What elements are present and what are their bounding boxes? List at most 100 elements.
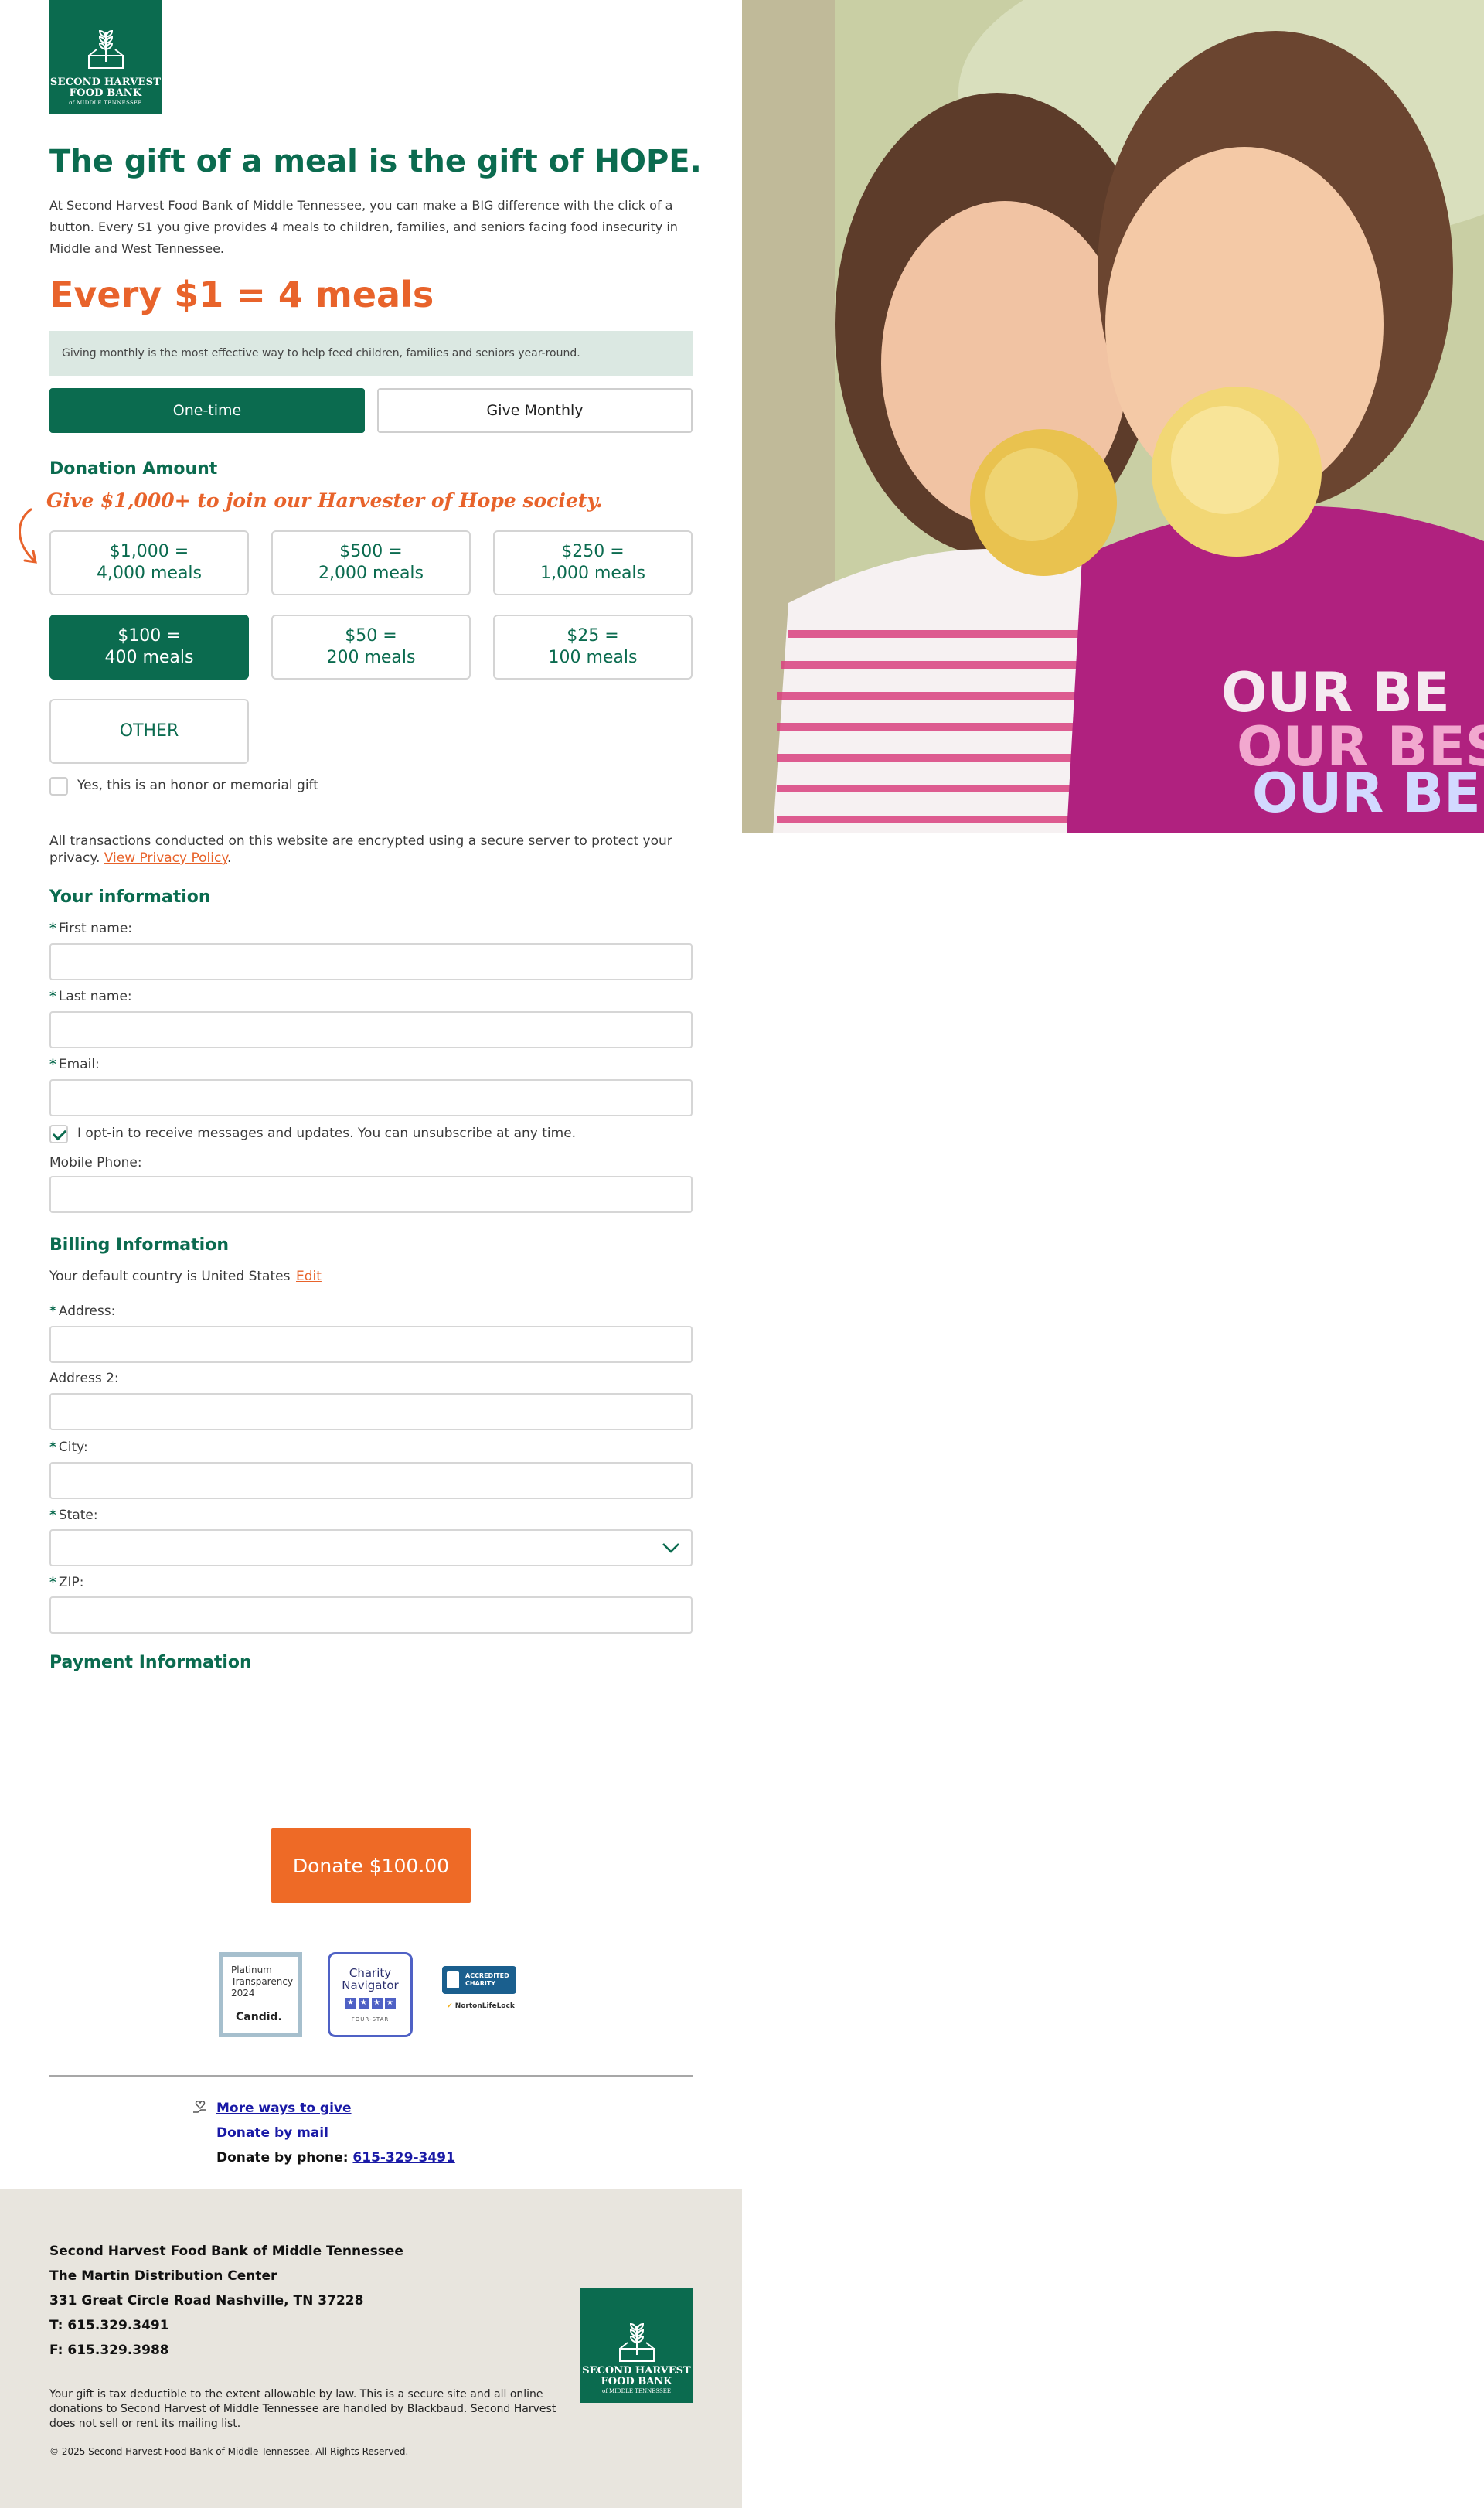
address-input[interactable] (49, 1326, 693, 1363)
zip-input[interactable] (49, 1596, 693, 1634)
donate-mail-row: Donate by mail (216, 2125, 328, 2141)
last-name-label-text: Last name: (58, 989, 132, 1004)
footer-disclaimer: Your gift is tax deductible to the exten… (49, 2388, 556, 2430)
city-input[interactable] (49, 1462, 693, 1499)
state-label: * State: (49, 1508, 98, 1523)
donate-phone-row: Donate by phone: 615-329-3491 (216, 2150, 455, 2166)
amount-100-meals: 400 meals (104, 648, 194, 667)
footer-copyright: © 2025 Second Harvest Food Bank of Middl… (49, 2446, 409, 2457)
donate-by-mail-link[interactable]: Donate by mail (216, 2125, 328, 2141)
amount-500-button[interactable]: $500 = 2,000 meals (271, 530, 471, 595)
amount-50-button[interactable]: $50 = 200 meals (271, 615, 471, 680)
amount-500-meals: 2,000 meals (318, 564, 424, 583)
footer-center-name: The Martin Distribution Center (49, 2268, 277, 2284)
donation-amount-title: Donation Amount (49, 459, 218, 479)
donate-phone-link[interactable]: 615-329-3491 (352, 2150, 454, 2166)
footer-logo-line2: FOOD BANK (601, 2376, 672, 2387)
city-label-text: City: (58, 1440, 88, 1455)
amount-25-value: $25 = (567, 626, 619, 646)
donate-phone-label: Donate by phone: (216, 2150, 349, 2166)
last-name-label: * Last name: (49, 989, 132, 1004)
amount-250-meals: 1,000 meals (540, 564, 645, 583)
candid-line1: Platinum (231, 1964, 272, 1975)
optin-checkbox[interactable] (49, 1125, 68, 1143)
privacy-policy-link[interactable]: View Privacy Policy (104, 850, 227, 866)
amount-1000-value: $1,000 = (109, 542, 189, 561)
svg-text:OUR BEST: OUR BEST (1252, 762, 1484, 825)
address-label: * Address: (49, 1303, 115, 1319)
logo-text-line1: SECOND HARVEST (49, 77, 162, 88)
norton-label: NortonLifeLock (454, 2002, 515, 2010)
four-star-icon: ★ ★ ★ ★ (330, 1998, 410, 2009)
amount-50-value: $50 = (345, 626, 397, 646)
amount-25-button[interactable]: $25 = 100 meals (493, 615, 693, 680)
footer-fax: F: 615.329.3988 (49, 2343, 169, 2358)
footer-org-name: Second Harvest Food Bank of Middle Tenne… (49, 2244, 403, 2259)
footer-phone: T: 615.329.3491 (49, 2318, 169, 2333)
country-edit-link[interactable]: Edit (296, 1269, 322, 1284)
bbb-line2: CHARITY (465, 1980, 496, 1987)
your-information-title: Your information (49, 888, 211, 907)
mobile-phone-input[interactable] (49, 1176, 693, 1213)
required-asterisk: * (49, 1057, 56, 1072)
address2-label: Address 2: (49, 1371, 119, 1386)
more-ways-link[interactable]: More ways to give (216, 2101, 352, 2116)
one-time-button[interactable]: One-time (49, 388, 365, 433)
cn-line1: Charity (349, 1966, 392, 1980)
donate-button[interactable]: Donate $100.00 (271, 1828, 471, 1903)
mobile-phone-label: Mobile Phone: (49, 1155, 142, 1171)
norton-badge[interactable]: ✔ NortonLifeLock (447, 2002, 515, 2010)
city-label: * City: (49, 1440, 88, 1455)
donation-form-column: SECOND HARVEST FOOD BANK of MIDDLE TENNE… (0, 0, 742, 2189)
email-label-text: Email: (58, 1057, 100, 1072)
zip-label-text: ZIP: (58, 1575, 84, 1590)
honor-gift-checkbox[interactable] (49, 777, 68, 796)
amount-250-button[interactable]: $250 = 1,000 meals (493, 530, 693, 595)
wheat-logo-icon (87, 29, 124, 69)
security-notice: All transactions conducted on this websi… (49, 833, 691, 867)
zip-label: * ZIP: (49, 1575, 84, 1590)
email-input[interactable] (49, 1079, 693, 1116)
bbb-accredited-badge[interactable]: ACCREDITED CHARITY (442, 1966, 516, 1994)
logo-text-line3: of MIDDLE TENNESSEE (69, 100, 142, 106)
required-asterisk: * (49, 1303, 56, 1319)
brand-logo[interactable]: SECOND HARVEST FOOD BANK of MIDDLE TENNE… (49, 0, 162, 114)
address-label-text: Address: (58, 1303, 116, 1319)
state-label-text: State: (58, 1508, 98, 1523)
cn-rating: FOUR-STAR (351, 2016, 390, 2022)
first-name-label: * First name: (49, 921, 132, 936)
required-asterisk: * (49, 921, 56, 936)
children-eating-apples-image: OUR BE OUR BES OUR BEST (742, 0, 1484, 833)
amount-25-meals: 100 meals (548, 648, 638, 667)
chevron-down-icon (662, 1543, 679, 1553)
harvester-promo: Give $1,000+ to join our Harvester of Ho… (46, 489, 603, 512)
footer-logo[interactable]: SECOND HARVEST FOOD BANK of MIDDLE TENNE… (580, 2288, 693, 2403)
billing-information-title: Billing Information (49, 1235, 229, 1255)
state-select[interactable] (49, 1529, 693, 1566)
give-monthly-button[interactable]: Give Monthly (377, 388, 693, 433)
intro-paragraph: At Second Harvest Food Bank of Middle Te… (49, 198, 678, 256)
candid-line3: 2024 (231, 1988, 255, 1999)
first-name-input[interactable] (49, 943, 693, 980)
payment-information-title: Payment Information (49, 1653, 252, 1672)
amount-1000-button[interactable]: $1,000 = 4,000 meals (49, 530, 249, 595)
hand-heart-icon (193, 2101, 206, 2113)
optin-label: I opt-in to receive messages and updates… (77, 1126, 577, 1141)
footer-logo-line1: SECOND HARVEST (582, 2365, 691, 2377)
cn-line2: Navigator (342, 1978, 399, 1992)
wheat-logo-icon (618, 2322, 655, 2362)
first-name-label-text: First name: (58, 921, 133, 936)
logo-text-line2: FOOD BANK (69, 87, 142, 99)
address2-input[interactable] (49, 1393, 693, 1430)
amount-50-meals: 200 meals (326, 648, 416, 667)
candid-transparency-badge[interactable]: Platinum Transparency 2024 Candid. (219, 1952, 302, 2037)
required-asterisk: * (49, 1575, 56, 1590)
email-label: * Email: (49, 1057, 100, 1072)
bbb-line1: ACCREDITED (465, 1972, 509, 1979)
charity-navigator-badge[interactable]: Charity Navigator ★ ★ ★ ★ FOUR-STAR (328, 1952, 413, 2037)
last-name-input[interactable] (49, 1011, 693, 1048)
bbb-torch-icon (447, 1971, 459, 1988)
footer-street: 331 Great Circle Road Nashville, TN 3722… (49, 2293, 364, 2309)
amount-100-button[interactable]: $100 = 400 meals (49, 615, 249, 680)
amount-other-button[interactable]: OTHER (49, 699, 249, 764)
